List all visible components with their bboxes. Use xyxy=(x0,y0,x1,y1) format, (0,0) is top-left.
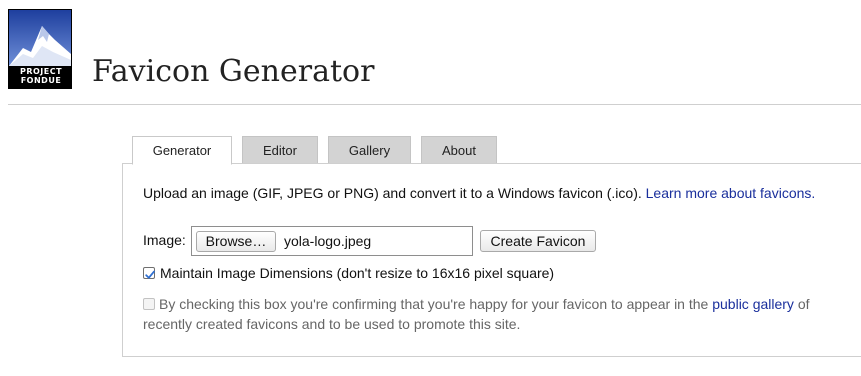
public-gallery-link[interactable]: public gallery xyxy=(712,296,794,312)
tab-generator[interactable]: Generator xyxy=(132,136,232,165)
maintain-dimensions-checkbox[interactable] xyxy=(143,267,155,279)
tab-gallery[interactable]: Gallery xyxy=(328,136,411,164)
file-input[interactable]: Browse… yola-logo.jpeg xyxy=(191,226,473,256)
learn-more-link[interactable]: Learn more about favicons. xyxy=(646,185,816,201)
image-label: Image: xyxy=(143,232,186,248)
create-favicon-button[interactable]: Create Favicon xyxy=(480,230,596,252)
consent-row: By checking this box you're confirming t… xyxy=(143,294,843,334)
mountain-icon xyxy=(9,10,71,66)
checkmark-icon xyxy=(145,270,155,279)
page-title: Favicon Generator xyxy=(92,54,375,89)
project-fondue-logo[interactable]: PROJECT FONDUE xyxy=(8,9,72,89)
consent-checkbox[interactable] xyxy=(143,298,155,310)
browse-button[interactable]: Browse… xyxy=(196,231,276,252)
tab-about[interactable]: About xyxy=(421,136,497,164)
intro-text: Upload an image (GIF, JPEG or PNG) and c… xyxy=(143,185,815,201)
maintain-dimensions-label: Maintain Image Dimensions (don't resize … xyxy=(160,265,555,281)
generator-panel: Upload an image (GIF, JPEG or PNG) and c… xyxy=(122,163,861,357)
selected-file-name: yola-logo.jpeg xyxy=(284,233,372,249)
intro-description: Upload an image (GIF, JPEG or PNG) and c… xyxy=(143,185,642,201)
header-divider xyxy=(8,104,861,105)
consent-text: By checking this box you're confirming t… xyxy=(143,294,843,334)
consent-text-part1: By checking this box you're confirming t… xyxy=(159,296,709,312)
consent-text-part3: recently created favicons and to be used… xyxy=(143,316,521,332)
tab-editor[interactable]: Editor xyxy=(242,136,318,164)
logo-text-line1: PROJECT xyxy=(19,67,63,76)
consent-text-part2: of xyxy=(797,296,810,312)
logo-text-line2: FONDUE xyxy=(20,76,62,85)
